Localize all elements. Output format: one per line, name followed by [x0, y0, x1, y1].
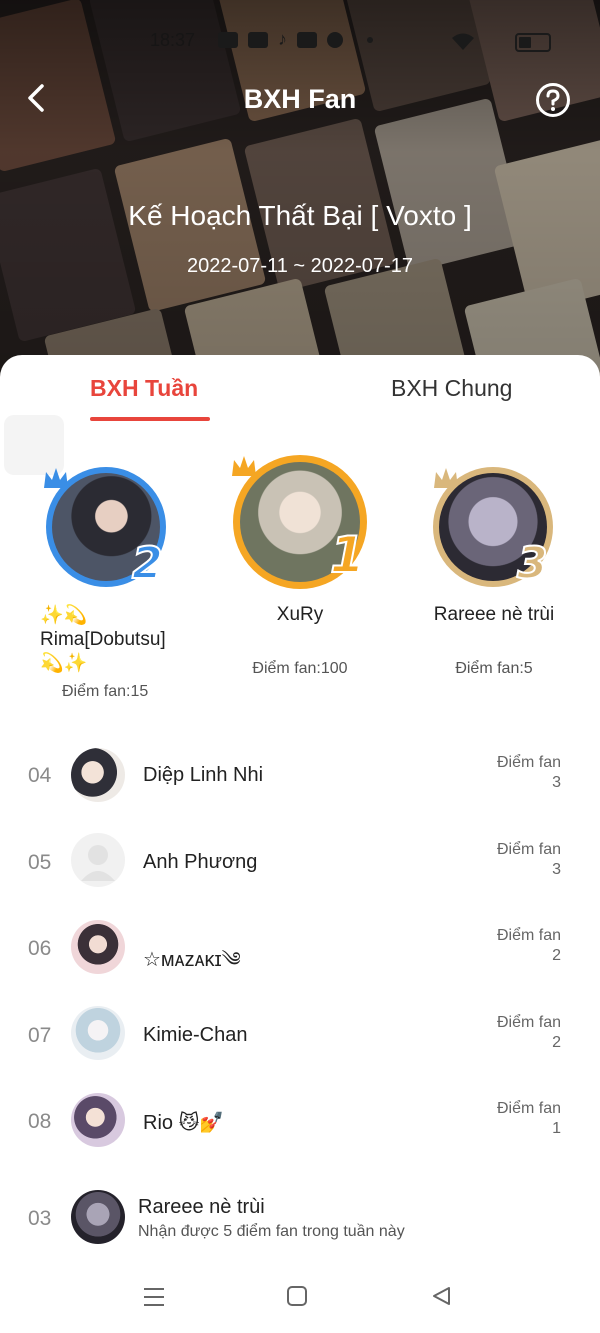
score-label: Điểm fan	[496, 841, 561, 858]
my-rank-row[interactable]: 03 Rareee nè trùi Nhận được 5 điểm fan t…	[0, 1180, 600, 1260]
list-item[interactable]: 04 Diệp Linh Nhi Điểm fan 3	[0, 734, 600, 814]
list-item[interactable]: 07 Kimie-Chan Điểm fan 2	[0, 994, 600, 1074]
more-notifications-icon	[367, 36, 373, 43]
avatar	[71, 920, 125, 974]
rank-number: 04	[28, 764, 52, 787]
help-button[interactable]	[535, 82, 571, 118]
score-label: Điểm fan	[496, 1100, 561, 1117]
song-title: Kế Hoạch Thất Bại [ Voxto ]	[128, 200, 472, 231]
rank-badge: 3	[516, 537, 549, 590]
wifi-icon	[452, 33, 474, 50]
score-value: 3	[552, 861, 561, 878]
fan-name: Kimie-Chan	[143, 1024, 248, 1046]
podium-name: XuRy	[276, 604, 324, 625]
active-tab-indicator	[90, 417, 210, 421]
avatar	[71, 1190, 125, 1244]
home-icon[interactable]	[286, 1285, 308, 1307]
my-weekly-points: Nhận được 5 điểm fan trong tuần này	[138, 1223, 405, 1240]
status-bar: 18:37 ♪	[0, 26, 600, 54]
tiktok-icon: ♪	[278, 29, 287, 49]
tab-overall[interactable]: BXH Chung	[391, 375, 512, 402]
page-title: BXH Fan	[243, 84, 357, 114]
score-value: 1	[552, 1120, 561, 1137]
tab-weekly[interactable]: BXH Tuần	[90, 375, 198, 402]
rank-badge: 2	[131, 537, 164, 590]
podium-score: Điểm fan:5	[455, 660, 533, 677]
score-value: 3	[552, 774, 561, 791]
fan-name: Anh Phương	[143, 851, 258, 873]
battery-icon	[515, 33, 551, 52]
menu-icon[interactable]	[142, 1285, 166, 1309]
fan-name: Rio 😼💅	[143, 1112, 225, 1134]
rank-badge: 1	[329, 525, 366, 585]
avatar	[71, 1006, 125, 1060]
rank-number: 07	[28, 1024, 52, 1047]
score-label: Điểm fan	[496, 754, 561, 771]
avatar	[71, 748, 125, 802]
avatar	[71, 833, 125, 887]
rank-number: 05	[28, 851, 52, 874]
score-label: Điểm fan	[496, 1014, 561, 1031]
sync-icon	[327, 31, 343, 48]
rank-number: 08	[28, 1110, 52, 1133]
avatar	[71, 1093, 125, 1147]
podium-name-decor-bottom: 💫✨	[40, 653, 88, 674]
my-name: Rareee nè trùi	[138, 1196, 265, 1218]
podium-name: Rima[Dobutsu]	[40, 629, 166, 650]
podium-name-decor-top: ✨💫	[40, 605, 88, 626]
podium-score: Điểm fan:100	[252, 660, 348, 677]
score-value: 2	[552, 947, 561, 964]
app-notification-icon	[218, 31, 238, 48]
score-value: 2	[552, 1034, 561, 1051]
podium-name: Rareee nè trùi	[433, 604, 555, 625]
rank-number: 03	[28, 1207, 52, 1230]
youtube-icon	[297, 31, 317, 48]
list-item[interactable]: 08 Rio 😼💅 Điểm fan 1	[0, 1080, 600, 1160]
back-nav-icon[interactable]	[430, 1285, 452, 1307]
default-avatar-icon	[81, 845, 115, 881]
score-label: Điểm fan	[496, 927, 561, 944]
date-range: 2022-07-11 ~ 2022-07-17	[187, 255, 413, 277]
list-item[interactable]: 05 Anh Phương Điểm fan 3	[0, 821, 600, 901]
status-time: 18:37	[150, 30, 196, 50]
system-nav-bar	[0, 1263, 600, 1333]
header-banner	[0, 0, 600, 380]
podium-score: Điểm fan:15	[62, 683, 149, 700]
rank-number: 06	[28, 937, 52, 960]
fan-name: ☆ᴍᴀᴢᴀᴋɪ༄	[143, 949, 241, 971]
fan-name: Diệp Linh Nhi	[143, 764, 264, 786]
list-item[interactable]: 06 ☆ᴍᴀᴢᴀᴋɪ༄ Điểm fan 2	[0, 907, 600, 987]
play-store-icon	[248, 31, 268, 48]
